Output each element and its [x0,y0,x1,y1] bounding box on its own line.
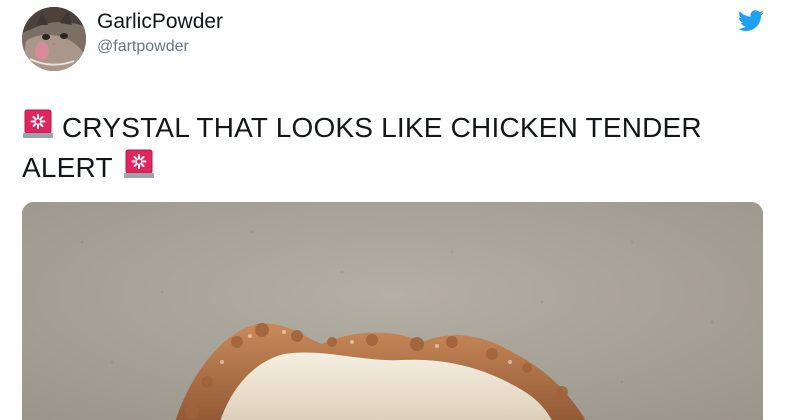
tweet-text-line-2: ALERT [22,152,113,183]
author-block: GarlicPowder @fartpowder [97,10,223,57]
twitter-bird-icon[interactable] [738,10,764,32]
tweet-card: GarlicPowder @fartpowder CRYSTAL THAT LO… [0,0,800,420]
tweet-media-photo[interactable] [22,202,763,420]
cat-avatar-icon [22,7,86,71]
crystal-photo-icon [22,202,763,420]
author-handle[interactable]: @fartpowder [97,37,223,57]
author-display-name[interactable]: GarlicPowder [97,10,223,34]
tweet-text: CRYSTAL THAT LOOKS LIKE CHICKEN TENDER A… [22,108,762,188]
author-avatar[interactable] [22,7,86,71]
tweet-text-line-1: CRYSTAL THAT LOOKS LIKE CHICKEN TENDER [62,112,702,143]
rotating-light-icon [22,108,54,140]
rotating-light-icon [123,148,155,180]
